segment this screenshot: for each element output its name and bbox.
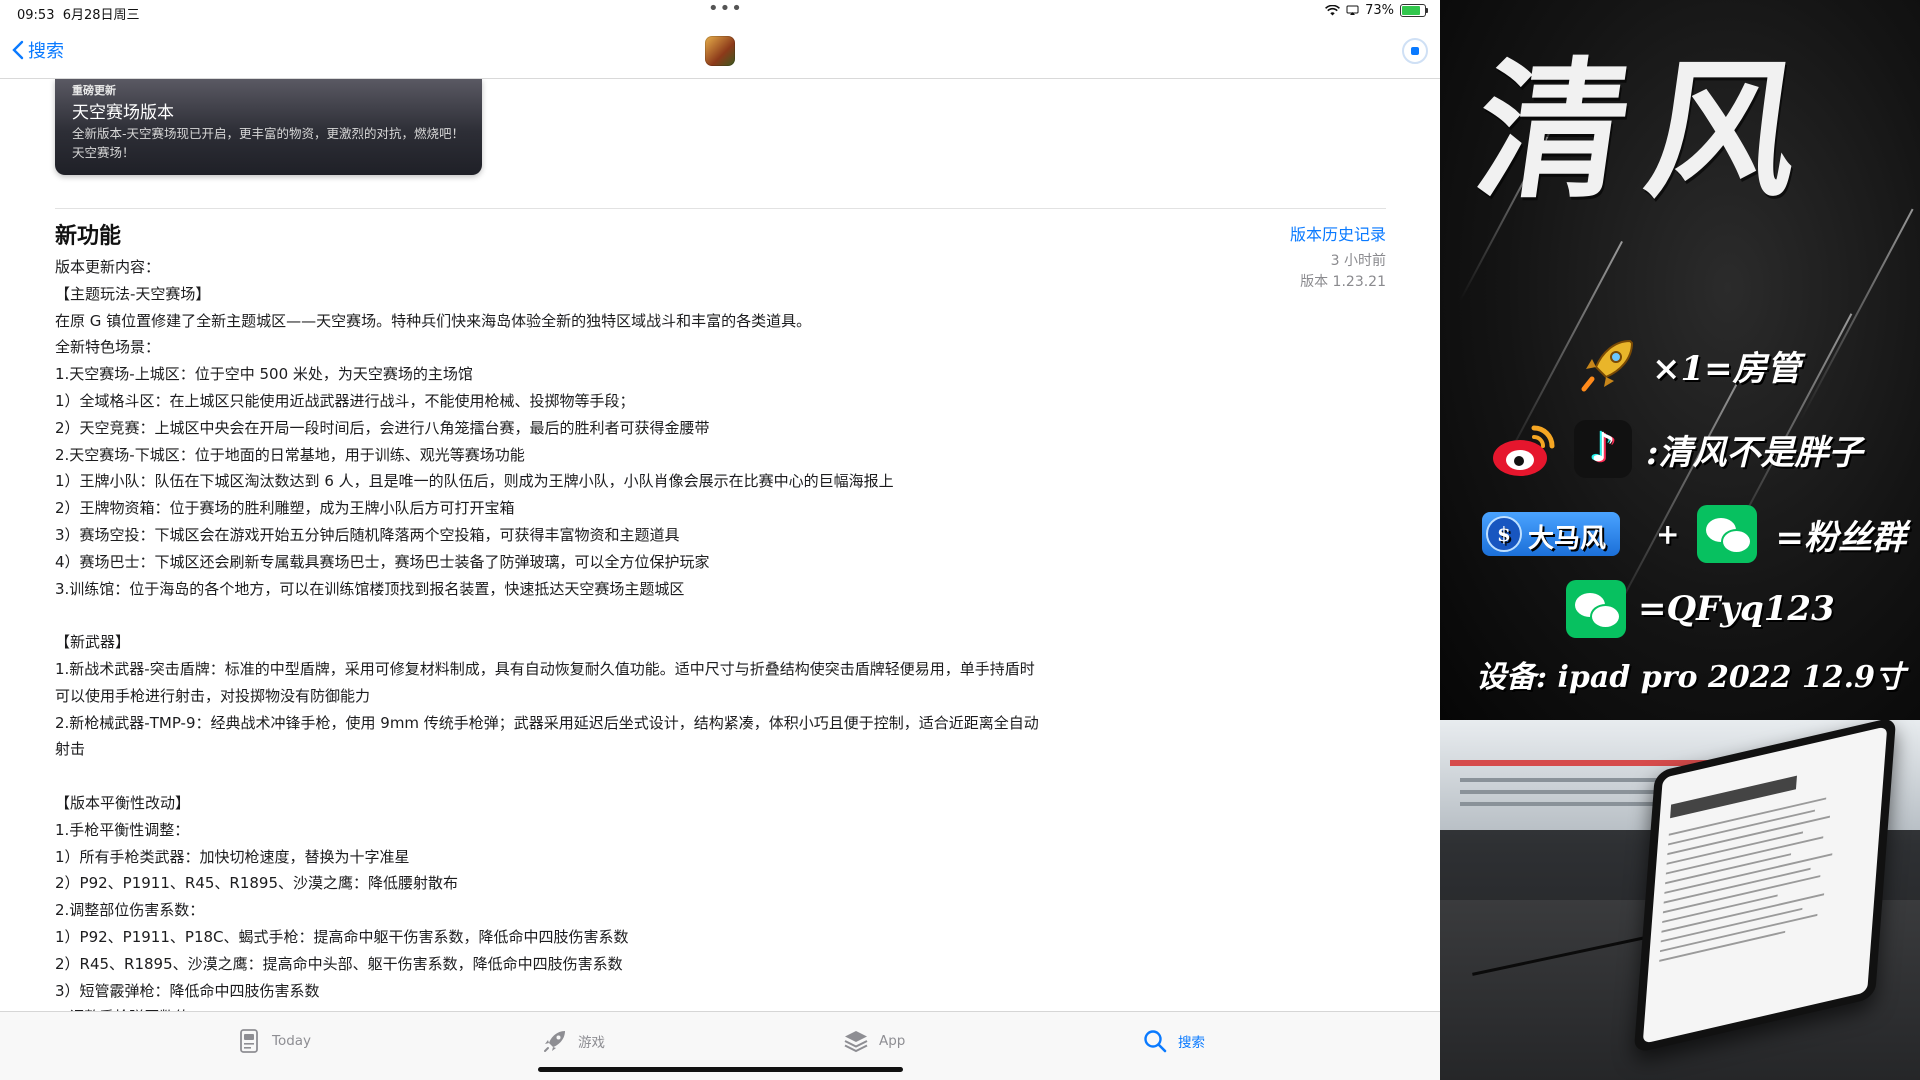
release-note-line: 【主题玩法-天空赛场】 [55,284,211,303]
back-button[interactable]: 搜索 [12,37,64,63]
search-icon [1144,1030,1167,1053]
version-meta: 3 小时前 版本 1.23.21 [1300,251,1386,293]
release-note-line: 2.新枪械武器-TMP-9：经典战术冲锋手枪，使用 9mm 传统手枪弹；武器采用… [55,713,1039,732]
tab-label: App [879,1033,906,1049]
section-divider [55,208,1386,209]
release-note-line: 3）短管霰弹枪：降低命中四肢伤害系数 [55,981,320,1000]
release-note-line: 3.训练馆：位于海岛的各个地方，可以在训练馆楼顶找到报名装置，快速抵达天空赛场主… [55,579,685,598]
rocket-icon [1581,339,1634,392]
release-note-line [55,602,1115,629]
brush-title: 清风 [1465,43,1831,219]
overlay-row-wechat-id: =QFyq123 [1566,580,1835,638]
app-detail-content: 重磅更新 天空赛场版本 全新版本-天空赛场现已开启，更丰富的物资，更激烈的对抗，… [0,79,1440,1011]
stream-overlay: 清风 ×1=房管 ♪ :清风不是胖子 $ 大马风 + =粉丝群 =QFyq123 … [1440,0,1920,720]
tiktok-icon: ♪ [1574,420,1632,478]
overlay-wechat-id-text: =QFyq123 [1638,589,1835,629]
release-note-line: 版本更新内容： [55,258,161,276]
release-note-line: 全新特色场景： [55,338,161,357]
release-note-line: 2）R45、R1895、沙漠之鹰：提高命中头部、躯干伤害系数，降低命中四肢伤害系… [55,954,623,973]
rocket-icon [544,1031,565,1052]
release-note-line: 可以使用手枪进行射击，对投掷物没有防御能力 [55,686,371,705]
screen-mirroring-icon [1346,5,1359,15]
release-note-line: 2.天空赛场-下城区：位于地面的日常基地，用于训练、观光等赛场功能 [55,445,525,464]
chevron-left-icon [12,40,24,60]
home-indicator [538,1067,903,1072]
overlay-row-admin: ×1=房管 [1578,335,1801,395]
app-store-screen: 09:53 6月28日周三 ••• 73% 搜索 重磅更新 天空赛场版本 全新版… [0,0,1440,1080]
battery-percent: 73% [1365,3,1394,18]
release-note-line: 3）赛场空投：下城区会在游戏开始五分钟后随机降落两个空投箱，可获得丰富物资和主题… [55,525,680,544]
overlay-plus: + [1656,517,1680,551]
tab-label: Today [272,1033,312,1049]
tab-today[interactable]: Today [236,1028,311,1054]
update-time: 3 小时前 [1330,253,1386,269]
event-description: 全新版本-天空赛场现已开启，更丰富的物资，更激烈的对抗，燃烧吧！天空赛场！ [72,126,465,160]
release-note-line: 1.新战术武器-突击盾牌：标准的中型盾牌，采用可修复材料制成，具有自动恢复耐久值… [55,659,1035,678]
damafeng-badge: $ 大马风 [1482,512,1620,556]
release-note-line: 2）天空竞赛：上城区中央会在开局一段时间后，会进行八角笼擂台赛，最后的胜利者可获… [55,418,710,437]
light-streak [1799,208,1914,422]
app-stack-icon [844,1031,868,1053]
event-tag: 重磅更新 [72,84,116,97]
camera-feed [1440,720,1920,1080]
wechat-icon [1697,505,1758,563]
release-note-line: 3.调整手枪弹匣数值 [55,1004,1115,1011]
release-note-line: 2.调整部位伤害系数： [55,901,205,920]
weibo-icon [1493,425,1555,476]
tab-label: 游戏 [578,1035,605,1051]
release-note-line: 2）P92、P1911、R45、R1895、沙漠之鹰：降低腰射散布 [55,874,459,893]
release-note-line: 4）赛场巴士：下城区还会刷新专属载具赛场巴士，赛场巴士装备了防弹玻璃，可以全方位… [55,552,710,571]
download-progress-button[interactable] [1402,38,1428,64]
overlay-device: 设备: ipad pro 2022 12.9寸 [1476,660,1905,695]
release-note-line: 【新武器】 [55,633,131,652]
version-number: 版本 1.23.21 [1300,274,1386,290]
navigation-bar: 搜索 [0,24,1440,79]
battery-icon [1400,4,1428,17]
whats-new-title: 新功能 [55,224,122,249]
release-note-line: 2）王牌物资箱：位于赛场的胜利雕塑，成为王牌小队后方可打开宝箱 [55,499,515,518]
overlay-row-social: ♪ :清风不是胖子 [1490,418,1863,480]
release-note-line: 1）全域格斗区：在上城区只能使用近战武器进行战斗，不能使用枪械、投掷物等手段； [55,391,635,410]
tab-search[interactable]: 搜索 [1142,1028,1205,1054]
release-note-line: 射击 [55,740,86,759]
damafeng-label: 大马风 [1528,524,1607,554]
tab-label: 搜索 [1178,1035,1205,1051]
wechat-icon [1566,580,1626,638]
wifi-icon [1325,5,1341,16]
today-icon [240,1029,258,1053]
release-note-line: 1）王牌小队：队伍在下城区淘汰数达到 6 人，且是唯一的队伍后，则成为王牌小队，… [55,472,894,491]
release-note-line [55,763,1115,790]
back-label: 搜索 [28,41,64,62]
app-icon [705,36,735,66]
status-bar: 09:53 6月28日周三 ••• 73% [0,0,1440,24]
release-note-line: 【版本平衡性改动】 [55,793,191,812]
overlay-row-fans: $ 大马风 + =粉丝群 [1482,505,1906,563]
release-notes: 版本更新内容： 【主题玩法-天空赛场】在原 G 镇位置修建了全新主题城区——天空赛… [55,254,1115,1011]
tab-games[interactable]: 游戏 [542,1028,605,1054]
release-note-line: 1.天空赛场-上城区：位于空中 500 米处，为天空赛场的主场馆 [55,365,473,384]
overlay-social-text: :清风不是胖子 [1646,432,1863,473]
event-title: 天空赛场版本 [72,103,174,123]
tab-apps[interactable]: App [843,1028,905,1054]
status-time: 09:53 6月28日周三 [17,8,140,23]
status-right: 73% [1325,3,1428,18]
release-note-line: 1.手枪平衡性调整： [55,820,190,839]
release-note-line: 1）P92、P1911、P18C、蝎式手枪：提高命中躯干伤害系数，降低命中四肢伤… [55,927,629,946]
overlay-fans-text: =粉丝群 [1775,517,1906,558]
multitask-dots-icon[interactable]: ••• [708,0,743,19]
event-card[interactable]: 重磅更新 天空赛场版本 全新版本-天空赛场现已开启，更丰富的物资，更激烈的对抗，… [55,79,482,175]
release-note-line: 在原 G 镇位置修建了全新主题城区——天空赛场。特种兵们快来海岛体验全新的独特区… [55,311,812,330]
version-history-link[interactable]: 版本历史记录 [1290,221,1386,245]
release-note-line: 1）所有手枪类武器：加快切枪速度，替换为十字准星 [55,847,410,866]
overlay-admin-text: ×1=房管 [1652,348,1801,389]
